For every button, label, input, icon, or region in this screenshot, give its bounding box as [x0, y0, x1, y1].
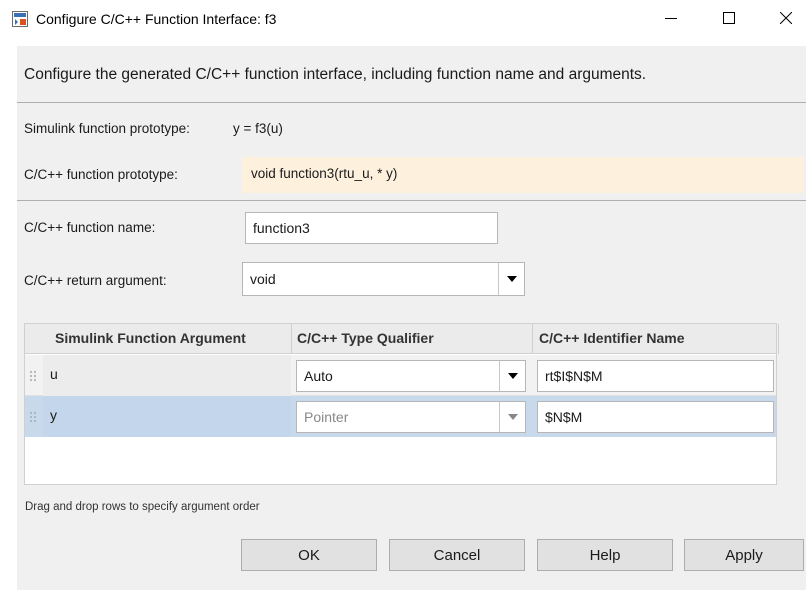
- help-button[interactable]: Help: [537, 539, 673, 571]
- cpp-prototype-preview: void function3(rtu_u, * y): [242, 157, 804, 193]
- function-name-value: function3: [253, 220, 310, 236]
- close-icon: [779, 11, 793, 27]
- table-row-selected[interactable]: y Pointer $N$M: [25, 396, 776, 437]
- maximize-icon: [723, 11, 735, 27]
- identifier-name-value: $N$M: [545, 409, 583, 425]
- drag-drop-hint: Drag and drop rows to specify argument o…: [25, 501, 260, 513]
- column-header-qualifier[interactable]: C/C++ Type Qualifier: [297, 330, 434, 346]
- argument-table: Simulink Function Argument C/C++ Type Qu…: [24, 323, 779, 485]
- type-qualifier-dropdown[interactable]: Auto: [296, 360, 526, 392]
- minimize-icon: [665, 11, 677, 27]
- return-argument-dropdown[interactable]: void: [242, 262, 525, 296]
- argument-cell: [43, 396, 291, 437]
- title-bar: Configure C/C++ Function Interface: f3: [0, 0, 809, 38]
- simulink-app-icon: [12, 11, 28, 27]
- dialog-body: Configure the generated C/C++ function i…: [17, 46, 806, 590]
- divider: [17, 200, 806, 201]
- simulink-prototype-value: y = f3(u): [233, 121, 283, 136]
- identifier-name-field[interactable]: rt$I$N$M: [537, 360, 774, 392]
- identifier-name-field[interactable]: $N$M: [537, 401, 774, 433]
- drag-handle-icon[interactable]: [29, 410, 39, 422]
- window-title: Configure C/C++ Function Interface: f3: [36, 11, 277, 27]
- simulink-prototype-label: Simulink function prototype:: [24, 121, 190, 136]
- cancel-button[interactable]: Cancel: [389, 539, 525, 571]
- type-qualifier-dropdown: Pointer: [296, 401, 526, 433]
- chevron-down-icon[interactable]: [498, 263, 524, 295]
- table-header: Simulink Function Argument C/C++ Type Qu…: [25, 324, 779, 354]
- cpp-prototype-label: C/C++ function prototype:: [24, 167, 178, 182]
- maximize-button[interactable]: [706, 0, 752, 38]
- drag-handle-icon[interactable]: [29, 369, 39, 381]
- argument-name: u: [50, 366, 58, 382]
- divider: [17, 102, 806, 103]
- column-header-argument[interactable]: Simulink Function Argument: [55, 330, 246, 346]
- chevron-down-icon: [499, 402, 525, 432]
- close-button[interactable]: [763, 0, 809, 38]
- function-name-label: C/C++ function name:: [24, 220, 156, 235]
- dialog-description: Configure the generated C/C++ function i…: [24, 66, 647, 83]
- cpp-prototype-value: void function3(rtu_u, * y): [251, 166, 398, 181]
- argument-cell: [43, 355, 291, 396]
- function-name-field[interactable]: function3: [245, 212, 498, 244]
- apply-button[interactable]: Apply: [684, 539, 804, 571]
- chevron-down-icon[interactable]: [499, 361, 525, 391]
- type-qualifier-value: Auto: [304, 368, 333, 384]
- table-row[interactable]: u Auto rt$I$N$M: [25, 355, 776, 396]
- column-divider[interactable]: [532, 324, 533, 354]
- column-divider[interactable]: [291, 324, 292, 354]
- return-argument-label: C/C++ return argument:: [24, 273, 167, 288]
- type-qualifier-value: Pointer: [304, 409, 349, 425]
- minimize-button[interactable]: [648, 0, 694, 38]
- return-argument-value: void: [250, 271, 276, 287]
- identifier-name-value: rt$I$N$M: [545, 368, 603, 384]
- ok-button[interactable]: OK: [241, 539, 377, 571]
- column-divider: [778, 324, 779, 354]
- argument-name: y: [50, 407, 57, 423]
- column-header-identifier[interactable]: C/C++ Identifier Name: [539, 330, 685, 346]
